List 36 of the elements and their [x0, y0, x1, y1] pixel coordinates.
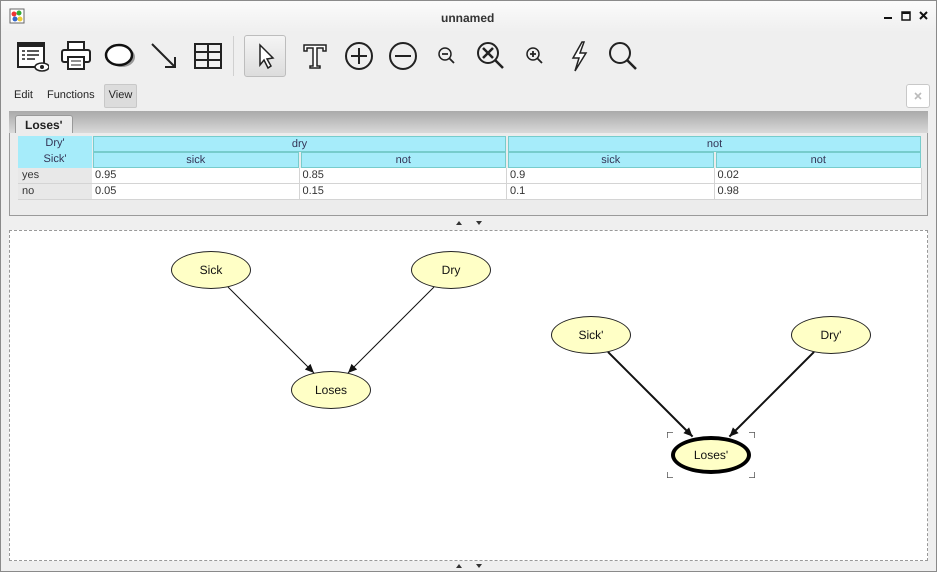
graph-node[interactable]: Dry — [411, 251, 491, 290]
column-header: not — [716, 152, 921, 168]
graph-node[interactable]: Sick — [171, 251, 251, 290]
table-cell: 0.85 — [300, 168, 507, 184]
collapse-down-icon[interactable] — [476, 221, 482, 226]
collapse-up-icon[interactable] — [456, 564, 462, 568]
row-header: Dry' — [18, 136, 92, 152]
row-label: yes — [18, 168, 92, 184]
menu-item[interactable]: View — [104, 84, 138, 108]
window-title: unnamed — [441, 10, 494, 27]
menu-item[interactable]: Edit — [9, 84, 38, 108]
table-cell: 0.15 — [300, 184, 507, 200]
column-header: dry — [93, 136, 506, 152]
table-cell: 0.02 — [714, 168, 922, 184]
graph-node[interactable]: Dry' — [791, 316, 871, 354]
collapse-up-icon[interactable] — [456, 221, 462, 226]
graph-node[interactable]: Sick' — [551, 316, 631, 354]
table-tab[interactable]: Loses' — [15, 114, 73, 133]
column-header: sick — [508, 152, 714, 168]
table-cell: 0.1 — [507, 184, 714, 200]
table-cell: 0.05 — [92, 184, 300, 200]
maximize-icon[interactable] — [901, 10, 911, 21]
app-icon — [9, 8, 25, 24]
column-header: not — [300, 152, 506, 168]
table-cell: 0.98 — [714, 184, 922, 200]
table-cell: 0.9 — [507, 168, 714, 184]
column-header: not — [508, 136, 921, 152]
menu-item[interactable]: Functions — [42, 84, 100, 108]
graph-node[interactable]: Loses — [291, 371, 371, 410]
row-label: no — [18, 184, 92, 200]
column-header: sick — [93, 152, 298, 168]
graph-node[interactable]: Loses' — [671, 436, 751, 474]
table-cell: 0.95 — [92, 168, 300, 184]
collapse-down-icon[interactable] — [476, 564, 482, 568]
row-header: Sick' — [18, 152, 92, 168]
close-icon[interactable] — [919, 11, 928, 20]
